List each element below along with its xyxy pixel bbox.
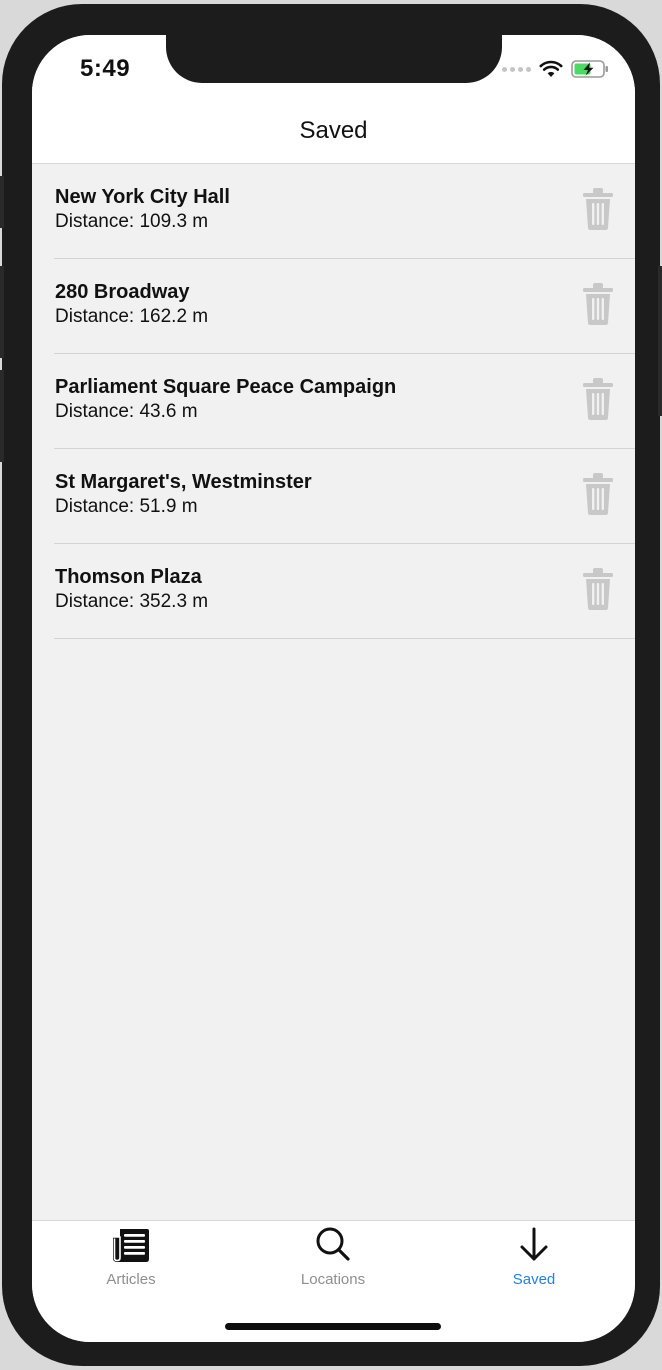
- phone-screen: 5:49 Saved New York City Hall Distance: …: [32, 35, 635, 1342]
- place-distance: Distance: 162.2 m: [55, 306, 209, 327]
- tab-articles[interactable]: Articles: [51, 1225, 211, 1299]
- status-time: 5:49: [80, 55, 131, 82]
- tab-label: Locations: [300, 1271, 366, 1288]
- battery-charging-icon: [571, 60, 608, 78]
- place-name: Parliament Square Peace Campaign: [55, 376, 397, 398]
- place-distance: Distance: 109.3 m: [55, 211, 209, 232]
- trash-icon[interactable]: [583, 188, 613, 230]
- tab-label: Saved: [512, 1271, 556, 1288]
- cellular-signal-icon: [502, 66, 531, 72]
- list-item[interactable]: Thomson Plaza Distance: 352.3 m: [54, 544, 635, 639]
- trash-icon[interactable]: [583, 378, 613, 420]
- device-side-button: [0, 176, 4, 228]
- trash-icon[interactable]: [583, 568, 613, 610]
- list-item[interactable]: Parliament Square Peace Campaign Distanc…: [54, 354, 635, 449]
- place-name: New York City Hall: [55, 186, 230, 208]
- tab-saved[interactable]: Saved: [454, 1225, 614, 1299]
- place-distance: Distance: 43.6 m: [55, 401, 198, 422]
- list-item[interactable]: New York City Hall Distance: 109.3 m: [54, 164, 635, 259]
- tab-locations[interactable]: Locations: [253, 1225, 413, 1299]
- device-side-button: [0, 266, 4, 358]
- navigation-bar: Saved: [32, 115, 635, 164]
- place-distance: Distance: 51.9 m: [55, 496, 198, 517]
- list-item[interactable]: St Margaret's, Westminster Distance: 51.…: [54, 449, 635, 544]
- list-item[interactable]: 280 Broadway Distance: 162.2 m: [54, 259, 635, 354]
- page-title: Saved: [299, 117, 368, 144]
- device-notch: [166, 35, 502, 83]
- wifi-icon: [539, 60, 563, 77]
- place-name: Thomson Plaza: [55, 566, 202, 588]
- status-icons: [502, 59, 609, 79]
- search-icon: [316, 1227, 350, 1261]
- tab-label: Articles: [106, 1271, 156, 1288]
- arrow-down-icon: [520, 1227, 548, 1261]
- device-frame: 5:49 Saved New York City Hall Distance: …: [0, 4, 662, 1366]
- trash-icon[interactable]: [583, 473, 613, 515]
- trash-icon[interactable]: [583, 283, 613, 325]
- newspaper-icon: [113, 1229, 149, 1262]
- home-indicator[interactable]: [225, 1323, 441, 1330]
- place-name: 280 Broadway: [55, 281, 190, 303]
- place-name: St Margaret's, Westminster: [55, 471, 312, 493]
- device-side-button: [658, 266, 662, 416]
- place-distance: Distance: 352.3 m: [55, 591, 209, 612]
- saved-places-list: New York City Hall Distance: 109.3 m 280…: [32, 164, 635, 639]
- device-side-button: [0, 370, 4, 462]
